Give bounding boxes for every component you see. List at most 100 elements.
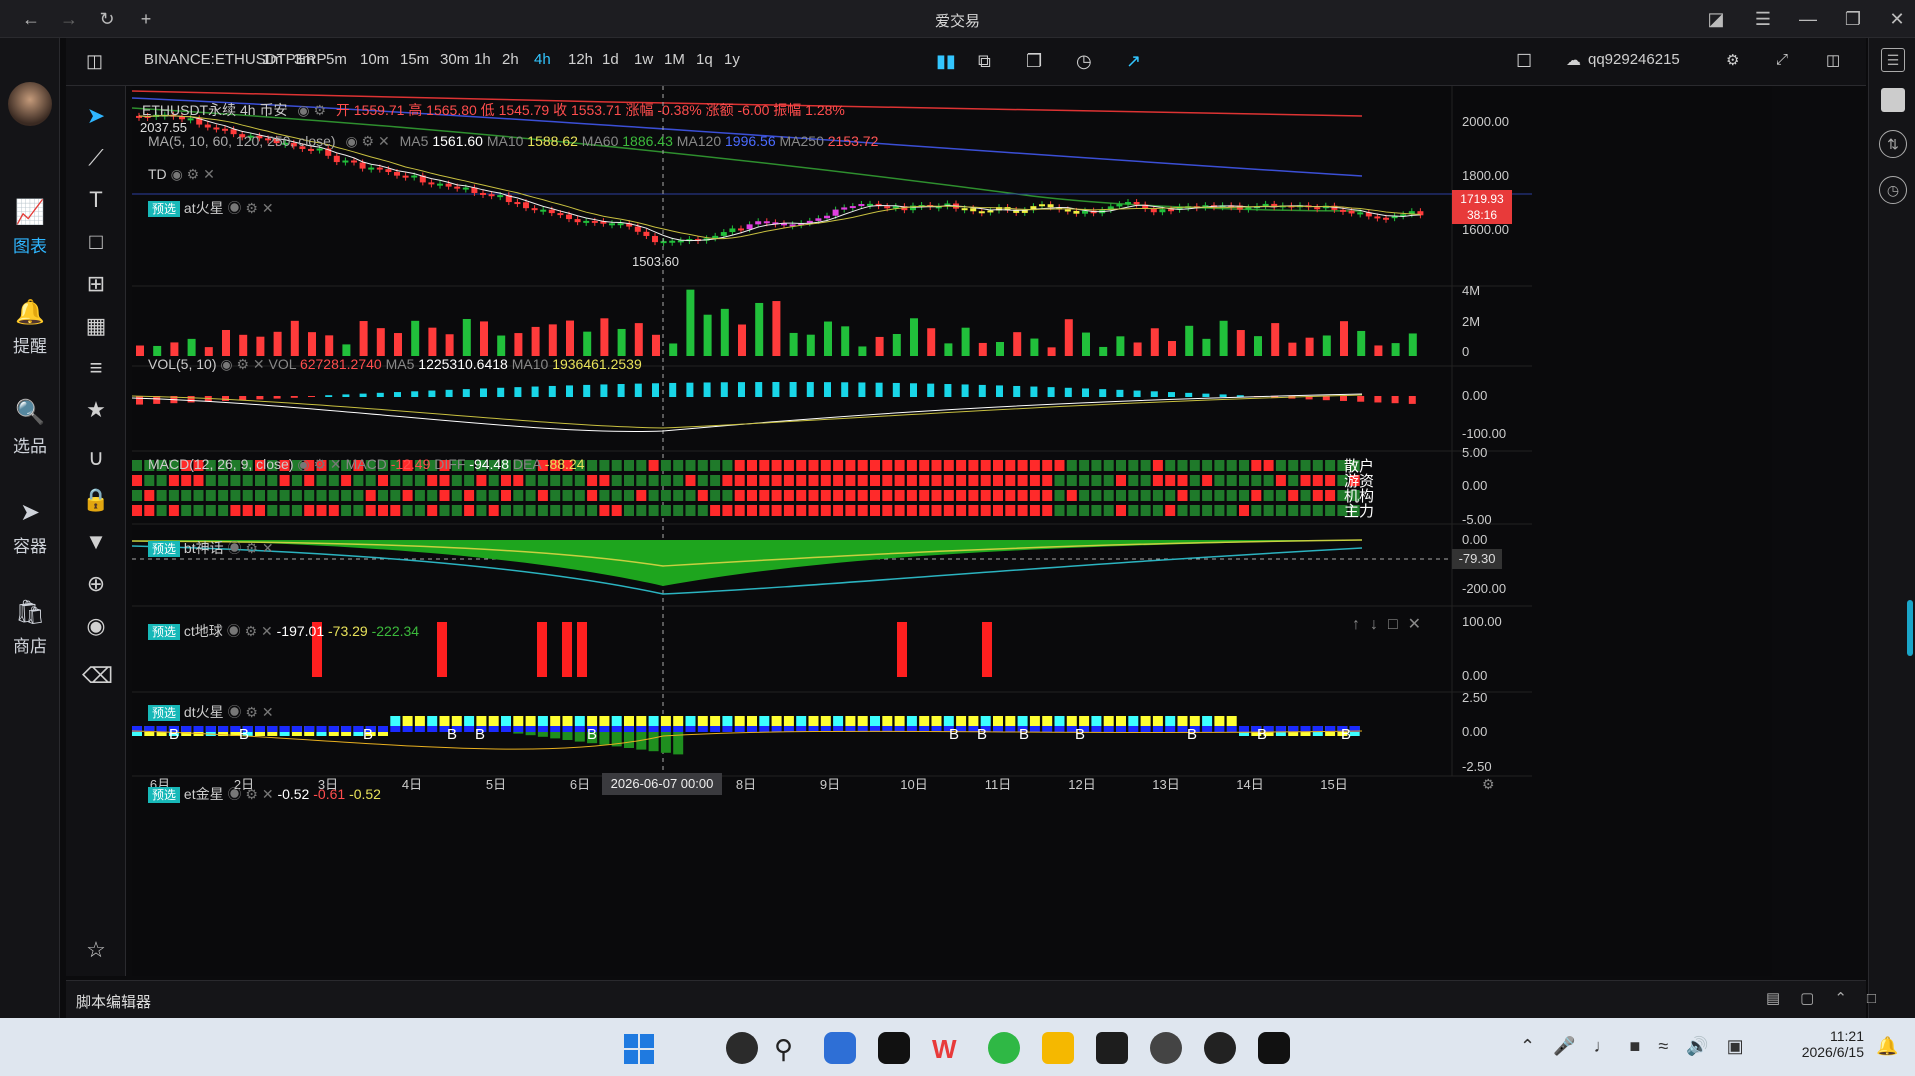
user-account[interactable]: qq929246215 bbox=[1588, 51, 1680, 68]
magnet-icon[interactable]: ∪ bbox=[82, 444, 110, 472]
nav-item-alert[interactable]: 🔔 提醒 bbox=[0, 298, 60, 357]
timeframe-15m[interactable]: 15m bbox=[400, 51, 429, 68]
bt-cell bbox=[1189, 460, 1200, 471]
timeframe-1y[interactable]: 1y bbox=[724, 51, 740, 68]
indicator-icon[interactable]: ⧉ bbox=[978, 51, 991, 72]
windows-start-icon[interactable] bbox=[624, 1034, 654, 1064]
browser-icon[interactable] bbox=[988, 1032, 1020, 1064]
et-bar-base bbox=[1116, 726, 1126, 732]
grid-icon[interactable]: ▦ bbox=[82, 312, 110, 340]
app-icon-3[interactable] bbox=[1042, 1032, 1074, 1064]
settings-icon[interactable]: ⚙ bbox=[1726, 51, 1739, 69]
filter-icon[interactable]: ▼ bbox=[82, 528, 110, 556]
candle bbox=[832, 209, 839, 216]
star-icon[interactable]: ★ bbox=[82, 396, 110, 424]
trade-icon[interactable]: ⇅ bbox=[1879, 130, 1907, 158]
trendline-icon[interactable]: ⟋ bbox=[82, 144, 110, 172]
watchlist-icon[interactable]: ☰ bbox=[1881, 48, 1905, 72]
expand-icon[interactable]: ⤢ bbox=[1776, 51, 1788, 68]
crosshair-icon[interactable]: ⊕ bbox=[82, 570, 110, 598]
app-icon-1[interactable] bbox=[726, 1032, 758, 1064]
history-icon[interactable]: ◷ bbox=[1879, 176, 1907, 204]
bt-cell bbox=[390, 505, 401, 516]
hide-icon[interactable]: ◉ bbox=[82, 612, 110, 640]
tray-icons[interactable]: ⌃🎤♩■≈🔊▣ bbox=[1520, 1036, 1762, 1057]
sidebar-toggle-icon[interactable]: ◫ bbox=[1826, 51, 1840, 69]
candle bbox=[652, 235, 658, 243]
candle bbox=[462, 187, 469, 190]
chart-area[interactable]: 2000.00 1800.00 1600.00 4M 2M 0 0.00 -100.00 5.0… bbox=[131, 86, 1772, 976]
volume-bar bbox=[1168, 341, 1176, 356]
alert-add-icon[interactable]: ◷ bbox=[1076, 51, 1092, 72]
fullscreen-box-icon[interactable]: ☐ bbox=[1516, 51, 1532, 72]
candle-type-icon[interactable]: ▮▮ bbox=[936, 51, 956, 72]
bt-cell bbox=[316, 475, 327, 486]
timeframe-10m[interactable]: 10m bbox=[360, 51, 389, 68]
script-editor-label[interactable]: 脚本编辑器 bbox=[76, 991, 151, 1012]
text-icon[interactable]: T bbox=[82, 186, 110, 214]
timeframe-30m[interactable]: 30m bbox=[440, 51, 469, 68]
restore-icon[interactable]: ❐ bbox=[1840, 6, 1866, 32]
favorite-icon[interactable]: ☆ bbox=[82, 936, 110, 964]
app-icon-4[interactable] bbox=[1096, 1032, 1128, 1064]
timeframe-1q[interactable]: 1q bbox=[696, 51, 713, 68]
volume-bar bbox=[875, 336, 884, 356]
tiktok-icon[interactable] bbox=[1258, 1032, 1290, 1064]
close-icon[interactable]: ✕ bbox=[1884, 6, 1910, 32]
notification-icon[interactable]: 🔔 bbox=[1876, 1036, 1898, 1057]
bt-cell bbox=[820, 490, 831, 501]
cloud-icon[interactable]: ☁ bbox=[1566, 51, 1581, 69]
chart-canvas[interactable]: 2000.00 1800.00 1600.00 4M 2M 0 0.00 -100.00 5.0… bbox=[131, 86, 1772, 976]
menu-icon[interactable]: ☰ bbox=[1750, 6, 1776, 32]
clock[interactable]: 11:21 2026/6/15 bbox=[1800, 1028, 1864, 1060]
et-bar-base bbox=[574, 726, 585, 732]
candle bbox=[1125, 202, 1131, 205]
timeframe-3m[interactable]: 3m bbox=[294, 51, 315, 68]
panel-icon[interactable] bbox=[1881, 88, 1905, 112]
avatar[interactable] bbox=[8, 82, 52, 126]
timeframe-12h[interactable]: 12h bbox=[568, 51, 593, 68]
ct-area bbox=[132, 540, 1362, 586]
nav-item-chart[interactable]: 📈 图表 bbox=[0, 198, 60, 257]
app-icon-2[interactable] bbox=[824, 1032, 856, 1064]
scrollbar[interactable] bbox=[1907, 600, 1913, 656]
nav-item-store[interactable]: 🛍 商店 bbox=[0, 598, 60, 657]
timeframe-1M[interactable]: 1M bbox=[664, 51, 685, 68]
minimize-icon[interactable]: — bbox=[1795, 6, 1821, 32]
macd-bar bbox=[1082, 388, 1089, 397]
app-icon-5[interactable] bbox=[1150, 1032, 1182, 1064]
pane-controls[interactable]: ↑↓□✕ bbox=[1352, 614, 1431, 634]
taskbar-search-icon[interactable]: ⚲ bbox=[774, 1034, 793, 1065]
fib-icon[interactable]: ≡ bbox=[82, 354, 110, 382]
bar-countdown: 38:16 bbox=[1466, 208, 1498, 222]
timeframe-1w[interactable]: 1w bbox=[634, 51, 653, 68]
nav-item-select[interactable]: 🔍 选品 bbox=[0, 398, 60, 457]
wps-icon[interactable]: W bbox=[932, 1034, 957, 1065]
template-icon[interactable]: ❐ bbox=[1026, 51, 1042, 72]
timeframe-2h[interactable]: 2h bbox=[502, 51, 519, 68]
layout-icon[interactable]: ◫ bbox=[86, 51, 103, 72]
et-bar bbox=[648, 716, 659, 726]
eraser-icon[interactable]: ⌫ bbox=[82, 662, 113, 690]
lock-icon[interactable]: 🔒 bbox=[82, 486, 110, 514]
bt-cell bbox=[439, 505, 450, 516]
timeframe-5m[interactable]: 5m bbox=[326, 51, 347, 68]
timeframe-1m[interactable]: 1m bbox=[262, 51, 283, 68]
bt-cell bbox=[722, 475, 733, 486]
timeframe-4h[interactable]: 4h bbox=[534, 51, 551, 68]
strategy-icon[interactable]: ↗ bbox=[1126, 51, 1141, 72]
tiktok-icon[interactable] bbox=[878, 1032, 910, 1064]
cursor-icon[interactable]: ➤ bbox=[82, 102, 110, 130]
script-bar-controls[interactable]: ▤▢⌃□ bbox=[1766, 989, 1896, 1007]
rectangle-icon[interactable]: □ bbox=[82, 228, 110, 256]
timeframe-1d[interactable]: 1d bbox=[602, 51, 619, 68]
headset-icon[interactable]: ◪ bbox=[1703, 6, 1729, 32]
qq-icon[interactable] bbox=[1204, 1032, 1236, 1064]
measure-icon[interactable]: ⊞ bbox=[82, 270, 110, 298]
axis-settings-icon[interactable]: ⚙ bbox=[1482, 776, 1495, 793]
bt-cell bbox=[1042, 475, 1053, 486]
nav-item-container[interactable]: ➤ 容器 bbox=[0, 498, 60, 557]
date-axis-label: 11日 bbox=[985, 777, 1012, 792]
preset-tag: 预选 bbox=[148, 705, 181, 721]
timeframe-1h[interactable]: 1h bbox=[474, 51, 491, 68]
